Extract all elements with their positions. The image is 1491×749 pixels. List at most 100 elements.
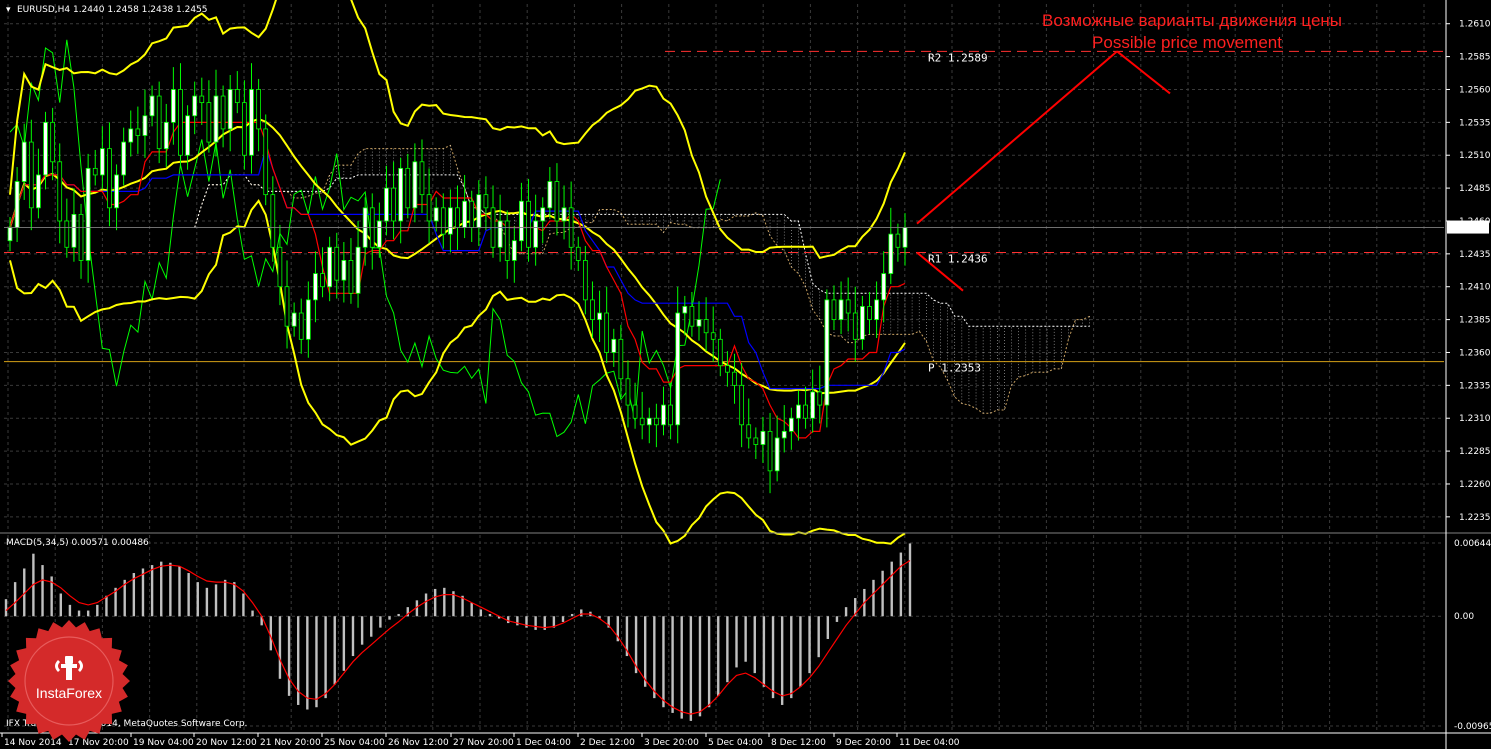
macd-bar — [890, 561, 893, 617]
macd-bar — [507, 616, 510, 624]
candle-body — [327, 246, 332, 288]
level-label-r2: R2 1.2589 — [928, 51, 988, 64]
macd-bar — [269, 616, 273, 651]
x-tick-label: 11 Dec 04:00 — [899, 738, 960, 748]
candle-body — [611, 338, 617, 353]
candle-body — [171, 89, 176, 123]
y-tick-label: 1.2435 — [1459, 250, 1491, 260]
candle-body — [448, 207, 453, 235]
candle-body — [504, 220, 510, 261]
y-tick-label: 1.2585 — [1459, 53, 1491, 63]
level-label-p: P 1.2353 — [928, 362, 981, 375]
candle-body — [291, 312, 297, 327]
y-tick-label: 1.2335 — [1459, 381, 1491, 391]
candle-body — [902, 227, 908, 248]
x-tick-label: 5 Dec 04:00 — [708, 738, 763, 748]
candle-body — [433, 207, 439, 222]
macd-bar — [516, 616, 519, 626]
y-tick-label: 1.2535 — [1459, 118, 1491, 128]
macd-bar — [351, 616, 355, 657]
candle-body — [881, 273, 887, 301]
candle-body — [583, 260, 588, 301]
candle-body — [831, 299, 837, 321]
macd-bar — [370, 616, 373, 637]
x-tick-label: 20 Nov 12:00 — [196, 738, 257, 748]
candle-body — [455, 207, 460, 228]
macd-bar — [799, 616, 802, 687]
macd-bar — [379, 616, 382, 628]
macd-bar — [735, 616, 738, 668]
candle-body — [753, 437, 759, 445]
candle-body — [483, 194, 489, 209]
y-tick-label: 1.2460 — [1459, 217, 1491, 227]
candle-body — [689, 306, 695, 327]
candle-body — [696, 319, 702, 327]
candle-body — [824, 299, 830, 406]
x-tick-label: 9 Dec 20:00 — [836, 738, 891, 748]
y-tick-label: 1.2485 — [1459, 184, 1491, 194]
candle-body — [256, 89, 261, 130]
macd-bar — [790, 616, 793, 699]
candle-body — [348, 260, 354, 294]
candle-body — [519, 200, 524, 242]
macd-bar — [178, 566, 181, 617]
symbol-dropdown-arrow[interactable]: ▾ — [6, 5, 11, 15]
candle-body — [739, 384, 744, 426]
macd-bar — [580, 609, 583, 617]
macd-bar — [908, 543, 912, 617]
candle-body — [867, 306, 872, 321]
candle-body — [156, 95, 162, 150]
candle-body — [249, 89, 254, 156]
candle-body — [313, 273, 318, 301]
macd-bar — [77, 610, 81, 617]
macd-y-tick-label: 0.00644 — [1454, 539, 1491, 549]
macd-bar — [96, 604, 99, 617]
x-tick-label: 3 Dec 20:00 — [644, 738, 699, 748]
macd-y-tick-label: 0.00 — [1454, 612, 1474, 622]
candle-body — [298, 312, 304, 340]
level-label-r1: R1 1.2436 — [928, 253, 988, 266]
macd-bar — [698, 616, 702, 717]
macd-bar — [835, 616, 839, 622]
candle-body — [305, 299, 311, 340]
macd-bar — [780, 616, 784, 705]
candle-body — [412, 161, 418, 209]
price-chart[interactable]: R2 1.2589R1 1.2436P 1.2353 1.2455 1.2610… — [0, 0, 1491, 749]
macd-bar — [479, 609, 483, 617]
candle-body — [469, 200, 475, 228]
x-tick-label: 19 Nov 04:00 — [133, 738, 194, 748]
macd-bar — [817, 616, 820, 658]
macd-bar — [570, 613, 574, 617]
candle-body — [227, 89, 233, 130]
y-tick-label: 1.2360 — [1459, 348, 1491, 358]
candle-body — [43, 121, 48, 176]
macd-bar — [160, 561, 163, 617]
macd-bar — [643, 616, 647, 687]
macd-y-tick-label: -0.00965 — [1454, 722, 1491, 732]
candle-body — [874, 299, 879, 321]
x-tick-label: 21 Nov 20:00 — [260, 738, 321, 748]
candle-body — [419, 161, 425, 196]
candle-body — [50, 121, 55, 163]
candle-body — [533, 220, 538, 248]
candle-body — [717, 338, 723, 367]
y-tick-label: 1.2560 — [1459, 85, 1491, 95]
candle-body — [554, 181, 560, 222]
candle-body — [149, 95, 155, 117]
candle-body — [320, 273, 325, 288]
macd-bar — [561, 616, 565, 622]
y-tick-label: 1.2510 — [1459, 151, 1491, 161]
candle-body — [85, 167, 91, 261]
candle-body — [682, 306, 688, 314]
candle-body — [675, 312, 681, 426]
candle-body — [121, 141, 127, 176]
macd-bar — [397, 613, 400, 617]
y-tick-label: 1.2610 — [1459, 20, 1491, 30]
candle-body — [64, 220, 70, 248]
candle-body — [796, 404, 801, 419]
candle-body — [206, 102, 212, 143]
candle-body — [284, 286, 290, 327]
candle-body — [575, 246, 581, 261]
macd-bar — [223, 579, 227, 617]
candle-body — [788, 417, 794, 432]
